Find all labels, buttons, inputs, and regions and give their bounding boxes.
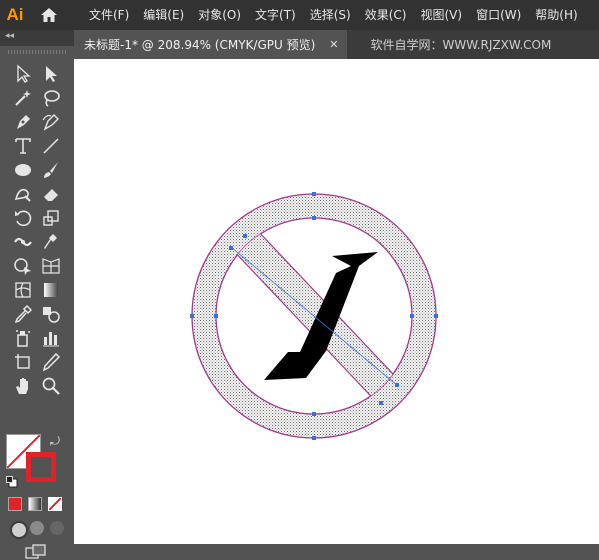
draw-inside-icon[interactable] xyxy=(50,521,64,535)
eyedropper-tool-icon[interactable] xyxy=(9,303,37,325)
direct-selection-tool-icon[interactable] xyxy=(37,63,65,85)
zoom-tool-icon[interactable] xyxy=(37,375,65,397)
slice-tool-icon[interactable] xyxy=(37,351,65,373)
canvas-artboard[interactable] xyxy=(74,59,599,544)
artwork[interactable] xyxy=(74,59,599,544)
menu-object[interactable]: 对象(O) xyxy=(191,0,248,30)
menu-window[interactable]: 窗口(W) xyxy=(469,0,528,30)
tools-panel: ◂◂ ⤾ xyxy=(0,30,74,559)
default-colors-icon[interactable] xyxy=(6,476,18,488)
panel-grip[interactable] xyxy=(8,50,66,54)
document-tab[interactable]: 未标题-1* @ 208.94% (CMYK/GPU 预览) ✕ xyxy=(74,30,347,59)
app-logo: Ai xyxy=(6,5,24,24)
draw-normal-icon[interactable] xyxy=(10,521,28,539)
mesh-tool-icon[interactable] xyxy=(9,279,37,301)
menu-bar: Ai 文件(F) 编辑(E) 对象(O) 文字(T) 选择(S) 效果(C) 视… xyxy=(0,0,599,30)
perspective-grid-tool-icon[interactable] xyxy=(37,255,65,277)
screen-mode-icon[interactable] xyxy=(25,544,47,560)
close-icon[interactable]: ✕ xyxy=(329,38,338,51)
collapse-panel-icon[interactable]: ◂◂ xyxy=(5,31,14,41)
home-icon[interactable] xyxy=(36,0,62,30)
gradient-mode-button[interactable] xyxy=(28,497,42,511)
selection-tool-icon[interactable] xyxy=(9,63,37,85)
menu-effect[interactable]: 效果(C) xyxy=(358,0,414,30)
document-tab-bar: 未标题-1* @ 208.94% (CMYK/GPU 预览) ✕ 软件自学网：W… xyxy=(74,30,599,59)
artboard-tool-icon[interactable] xyxy=(9,351,37,373)
swap-fill-stroke-icon[interactable]: ⤾ xyxy=(50,434,60,449)
shaper-tool-icon[interactable] xyxy=(9,183,37,205)
puppet-warp-tool-icon[interactable] xyxy=(37,231,65,253)
lasso-tool-icon[interactable] xyxy=(37,87,65,109)
pen-tool-icon[interactable] xyxy=(9,111,37,133)
menu-view[interactable]: 视图(V) xyxy=(413,0,469,30)
stroke-color-swatch[interactable] xyxy=(26,452,56,482)
panel-header: ◂◂ xyxy=(0,30,74,46)
draw-behind-icon[interactable] xyxy=(30,521,44,535)
main-menu: 文件(F) 编辑(E) 对象(O) 文字(T) 选择(S) 效果(C) 视图(V… xyxy=(82,0,585,30)
menu-select[interactable]: 选择(S) xyxy=(303,0,358,30)
menu-help[interactable]: 帮助(H) xyxy=(528,0,584,30)
blend-tool-icon[interactable] xyxy=(37,303,65,325)
none-mode-button[interactable] xyxy=(48,497,62,511)
menu-edit[interactable]: 编辑(E) xyxy=(136,0,191,30)
rotate-tool-icon[interactable] xyxy=(9,207,37,229)
watermark-text: 软件自学网：WWW.RJZXW.COM xyxy=(370,38,552,52)
magic-wand-tool-icon[interactable] xyxy=(9,87,37,109)
eraser-tool-icon[interactable] xyxy=(37,183,65,205)
shape-builder-tool-icon[interactable] xyxy=(9,255,37,277)
ellipse-tool-icon[interactable] xyxy=(9,159,37,181)
paintbrush-tool-icon[interactable] xyxy=(37,159,65,181)
curvature-tool-icon[interactable] xyxy=(37,111,65,133)
scale-tool-icon[interactable] xyxy=(37,207,65,229)
line-segment-tool-icon[interactable] xyxy=(37,135,65,157)
type-tool-icon[interactable] xyxy=(9,135,37,157)
symbol-sprayer-tool-icon[interactable] xyxy=(9,327,37,349)
gradient-tool-icon[interactable] xyxy=(37,279,65,301)
hand-tool-icon[interactable] xyxy=(9,375,37,397)
width-tool-icon[interactable] xyxy=(9,231,37,253)
menu-file[interactable]: 文件(F) xyxy=(82,0,136,30)
document-tab-title: 未标题-1* @ 208.94% (CMYK/GPU 预览) xyxy=(84,38,316,52)
column-graph-tool-icon[interactable] xyxy=(37,327,65,349)
color-mode-button[interactable] xyxy=(8,497,22,511)
menu-type[interactable]: 文字(T) xyxy=(248,0,303,30)
